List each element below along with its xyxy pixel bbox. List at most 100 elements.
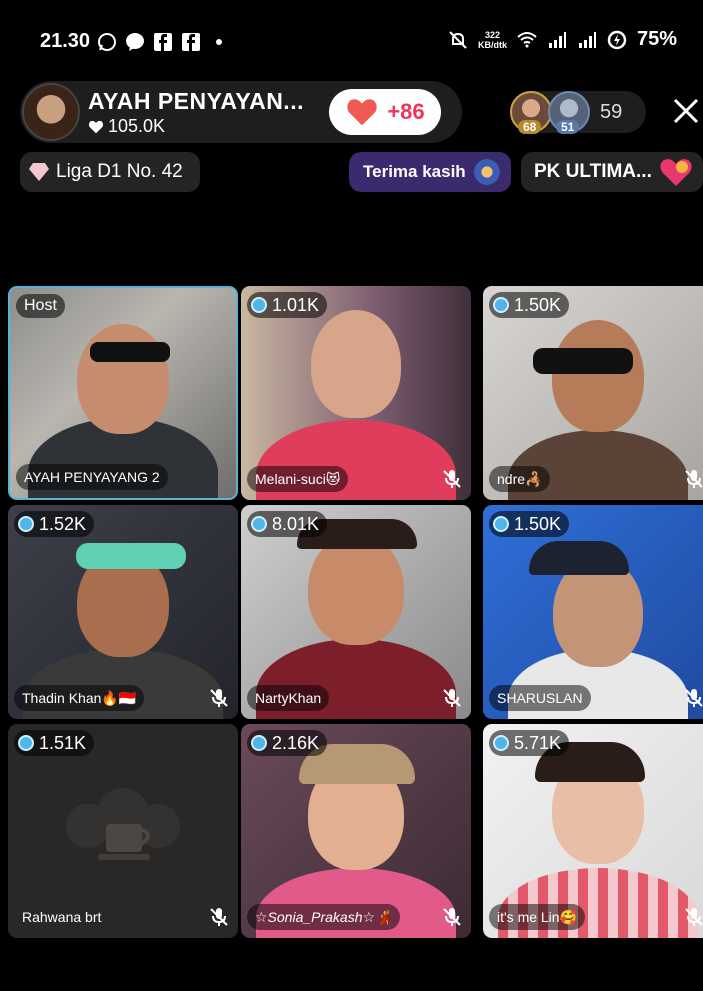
score-badge: 8.01K <box>247 511 328 537</box>
guest-video-tile[interactable]: 1.50K SHARUSLAN <box>483 505 703 719</box>
guest-video-tile[interactable]: 1.52K Thadin Khan🔥🇮🇩 <box>8 505 238 719</box>
guest-video-tile[interactable]: 1.50K ndre🦂 <box>483 286 703 500</box>
guest-video-tile[interactable]: 1.51K Rahwana brt <box>8 724 238 938</box>
battery-level: 75% <box>636 28 677 50</box>
host-info-pill[interactable]: AYAH PENYAYAN... 105.0K +86 <box>20 81 462 143</box>
signal-icon <box>548 31 566 48</box>
guest-name: ☆Sonia_Prakash☆💃 <box>247 904 401 930</box>
mic-muted-icon[interactable] <box>441 468 463 490</box>
guest-name: it's me Lin🥰 <box>489 904 586 930</box>
notification-icons <box>97 32 229 52</box>
badge-orb-icon <box>473 159 500 185</box>
mic-muted-icon[interactable] <box>683 906 703 928</box>
league-label: Liga D1 No. 42 <box>56 161 183 182</box>
score-badge: 1.51K <box>14 730 95 756</box>
cap <box>529 541 629 575</box>
diamond-icon <box>251 735 267 751</box>
score-badge: 1.50K <box>489 511 570 537</box>
top-viewer-avatar[interactable]: 51 <box>548 91 590 134</box>
mic-muted-icon[interactable] <box>208 687 230 709</box>
net-speed: 322 KB/dtk <box>478 30 507 50</box>
diamond-icon <box>493 735 509 751</box>
guest-name: Rahwana brt <box>22 909 102 925</box>
like-button[interactable]: +86 <box>329 89 441 135</box>
diamond-icon <box>251 297 267 313</box>
top-viewer-avatar[interactable]: 68 <box>510 91 552 134</box>
thanks-label: Terima kasih <box>363 162 466 181</box>
host-likes-count: 105.0K <box>108 116 166 136</box>
battery-saver-icon <box>607 30 627 49</box>
score-value: 1.01K <box>272 294 320 315</box>
guest-video-tile[interactable]: 1.01K Melani-suci😻 <box>241 286 471 500</box>
score-value: 1.50K <box>514 294 562 315</box>
mic-muted-icon[interactable] <box>441 687 463 709</box>
host-badge: Host <box>16 294 65 318</box>
league-chip[interactable]: Liga D1 No. 42 <box>20 152 200 192</box>
diamond-icon <box>18 516 34 532</box>
whatsapp-icon <box>98 33 116 51</box>
guest-name: Melani-suci😻 <box>247 466 349 492</box>
guest-name: ndre🦂 <box>489 466 551 492</box>
host-name: AYAH PENYAYAN... <box>88 88 304 114</box>
viewer-rank-badge: 68 <box>518 120 542 134</box>
mic-muted-icon[interactable] <box>441 906 463 928</box>
host-avatar[interactable] <box>22 83 80 141</box>
pk-chip[interactable]: PK ULTIMA... <box>521 152 703 192</box>
sunglasses <box>90 342 170 362</box>
score-badge: 1.01K <box>247 292 328 318</box>
mic-muted-icon[interactable] <box>683 687 703 709</box>
facebook-icon <box>154 33 172 51</box>
cup-placeholder-icon <box>66 788 180 860</box>
score-badge: 2.16K <box>247 730 328 756</box>
host-likes: 105.0K <box>88 116 165 137</box>
wifi-icon <box>517 31 537 47</box>
heart-icon <box>88 120 104 133</box>
viewer-count: 59 <box>600 101 623 123</box>
score-value: 2.16K <box>272 732 320 753</box>
thanks-chip[interactable]: Terima kasih <box>349 152 511 192</box>
viewer-list[interactable]: 68 51 59 <box>510 91 646 134</box>
person-face <box>77 324 169 434</box>
gem-icon <box>29 163 49 181</box>
guest-name: AYAH PENYAYANG 2 <box>16 464 168 490</box>
guest-name: Thadin Khan🔥🇮🇩 <box>14 685 145 711</box>
signal-icon <box>578 31 596 48</box>
heart-icon <box>347 99 377 126</box>
like-count: +86 <box>387 99 425 124</box>
person-face <box>552 320 644 432</box>
facebook-icon <box>182 33 200 51</box>
diamond-icon <box>493 297 509 313</box>
viewer-rank-badge: 51 <box>556 120 580 134</box>
mic-muted-icon[interactable] <box>208 906 230 928</box>
person-face <box>311 310 401 418</box>
diamond-icon <box>493 516 509 532</box>
score-value: 8.01K <box>272 513 320 534</box>
messenger-icon <box>126 33 144 51</box>
score-badge: 5.71K <box>489 730 570 756</box>
clock: 21.30 <box>40 30 91 52</box>
pk-gift-icon <box>660 159 692 186</box>
guest-name: NartyKhan <box>247 685 330 711</box>
guest-video-tile[interactable]: 8.01K NartyKhan <box>241 505 471 719</box>
score-value: 1.51K <box>39 732 87 753</box>
host-video-tile[interactable]: Host AYAH PENYAYANG 2 <box>8 286 238 500</box>
score-badge: 1.50K <box>489 292 570 318</box>
score-value: 1.50K <box>514 513 562 534</box>
score-badge: 1.52K <box>14 511 95 537</box>
person-face <box>308 533 404 645</box>
status-bar: 21.30 322 KB/dtk 75% <box>0 26 703 58</box>
mic-muted-icon[interactable] <box>683 468 703 490</box>
sunglasses <box>533 348 633 374</box>
dot-icon <box>216 39 222 45</box>
headband <box>76 543 186 569</box>
guest-grid: Host AYAH PENYAYANG 2 1.01K Melani-suci😻… <box>8 286 703 938</box>
mute-bell-icon <box>449 30 467 49</box>
guest-video-tile[interactable]: 2.16K ☆Sonia_Prakash☆💃 <box>241 724 471 938</box>
guest-video-tile[interactable]: 5.71K it's me Lin🥰 <box>483 724 703 938</box>
guest-name: SHARUSLAN <box>489 685 591 711</box>
score-value: 5.71K <box>514 732 562 753</box>
close-icon[interactable] <box>671 96 701 126</box>
net-speed-unit: KB/dtk <box>477 39 507 50</box>
system-status: 322 KB/dtk 75% <box>448 28 677 51</box>
diamond-icon <box>251 516 267 532</box>
